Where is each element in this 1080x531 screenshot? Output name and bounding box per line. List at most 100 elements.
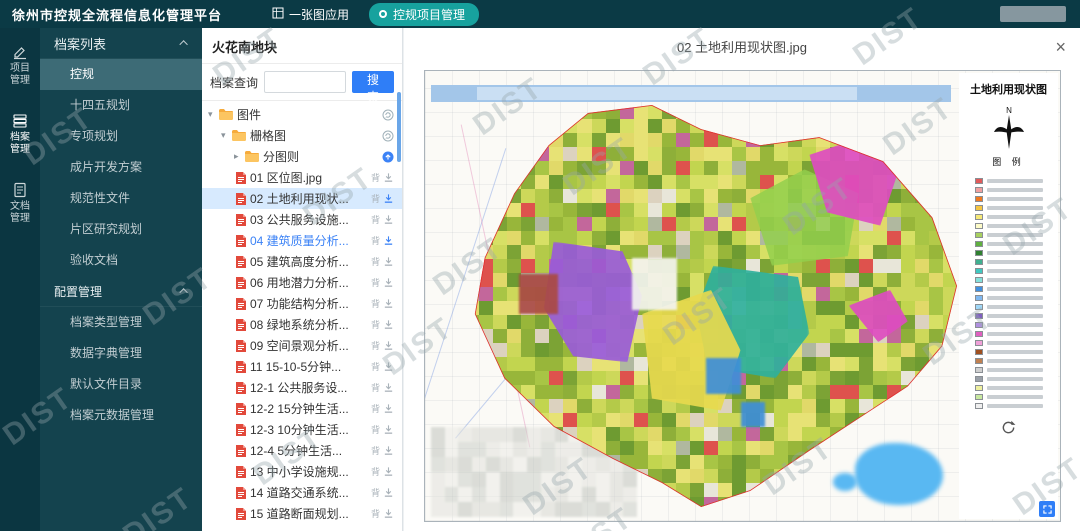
tree-file[interactable]: 02 土地利用现状... 背 — [202, 188, 402, 209]
background-action[interactable]: 背 — [371, 192, 380, 205]
sidebar-item[interactable]: 十四五规划 — [40, 90, 202, 121]
background-action[interactable]: 背 — [371, 381, 380, 394]
background-action[interactable]: 背 — [371, 444, 380, 457]
rail-item[interactable]: 档案管理 — [7, 113, 33, 156]
legend-swatch — [974, 195, 983, 202]
sidebar-config-item[interactable]: 数据字典管理 — [40, 338, 202, 369]
background-action[interactable]: 背 — [371, 423, 380, 436]
file-label: 08 绿地系统分析... — [250, 318, 349, 332]
active-app-pill[interactable]: 控规项目管理 — [369, 2, 480, 26]
caret-right-icon[interactable]: ▸ — [234, 151, 245, 162]
one-map-app-link[interactable]: 一张图应用 — [272, 6, 349, 23]
download-icon[interactable] — [383, 235, 394, 246]
tree-file[interactable]: 12-4 5分钟生活... 背 — [202, 440, 402, 461]
search-button[interactable]: 搜索 — [352, 71, 394, 104]
download-icon[interactable] — [383, 172, 394, 183]
download-icon[interactable] — [383, 487, 394, 498]
background-action[interactable]: 背 — [371, 486, 380, 499]
tree-file[interactable]: 14 道路交通系统... 背 — [202, 482, 402, 503]
sidebar-config-item[interactable]: 档案类型管理 — [40, 307, 202, 338]
download-icon[interactable] — [383, 424, 394, 435]
tree-folder[interactable]: ▸ 分图则 — [202, 146, 402, 167]
background-action[interactable]: 背 — [371, 234, 380, 247]
tree-file[interactable]: 13 中小学设施规... 背 — [202, 461, 402, 482]
background-action[interactable]: 背 — [371, 297, 380, 310]
legend-swatch — [974, 402, 983, 409]
tree-folder[interactable]: ▾ 图件 — [202, 104, 402, 125]
rail-item[interactable]: 文档管理 — [7, 182, 33, 225]
legend-item — [974, 284, 1043, 293]
background-action[interactable]: 背 — [371, 318, 380, 331]
sidebar-item[interactable]: 专项规划 — [40, 121, 202, 152]
background-action[interactable]: 背 — [371, 507, 380, 520]
download-icon[interactable] — [383, 340, 394, 351]
tree-file[interactable]: 11 15-10-5分钟... 背 — [202, 356, 402, 377]
tree-file[interactable]: 01 区位图.jpg 背 — [202, 167, 402, 188]
legend-item — [974, 185, 1043, 194]
background-action[interactable]: 背 — [371, 465, 380, 478]
landuse-patch-blue — [740, 402, 766, 427]
sidebar-header[interactable]: 档案列表 — [40, 28, 202, 59]
sync-icon[interactable] — [382, 151, 394, 163]
legend-swatch — [974, 312, 983, 319]
fit-screen-icon[interactable] — [1039, 501, 1055, 517]
rail-item[interactable]: 项目管理 — [7, 44, 33, 87]
map-image[interactable]: 土地利用现状图 N 图 例 — [424, 70, 1061, 522]
background-action[interactable]: 背 — [371, 255, 380, 268]
tree-file[interactable]: 09 空间景观分析... 背 — [202, 335, 402, 356]
tree-file[interactable]: 03 公共服务设施... 背 — [202, 209, 402, 230]
caret-down-icon[interactable]: ▾ — [208, 109, 219, 120]
download-icon[interactable] — [383, 508, 394, 519]
background-action[interactable]: 背 — [371, 213, 380, 226]
tree-folder[interactable]: ▾ 栅格图 — [202, 125, 402, 146]
tree-file[interactable]: 06 用地潜力分析... 背 — [202, 272, 402, 293]
sidebar-config-item[interactable]: 默认文件目录 — [40, 369, 202, 400]
background-action[interactable]: 背 — [371, 402, 380, 415]
tree-file[interactable]: 15 道路断面规划... 背 — [202, 503, 402, 524]
download-icon[interactable] — [383, 382, 394, 393]
download-icon[interactable] — [383, 466, 394, 477]
sidebar-item[interactable]: 片区研究规划 — [40, 214, 202, 245]
search-input[interactable] — [264, 71, 347, 93]
download-icon[interactable] — [383, 193, 394, 204]
caret-down-icon[interactable]: ▾ — [221, 130, 232, 141]
sidebar-section-config[interactable]: 配置管理 — [40, 276, 202, 307]
legend-swatch — [974, 177, 983, 184]
background-action[interactable]: 背 — [371, 171, 380, 184]
tree-file[interactable]: 04 建筑质量分析... 背 — [202, 230, 402, 251]
tree-file[interactable]: 12-1 公共服务设... 背 — [202, 377, 402, 398]
file-label: 06 用地潜力分析... — [250, 276, 349, 290]
sidebar-item[interactable]: 成片开发方案 — [40, 152, 202, 183]
tree-file[interactable]: 07 功能结构分析... 背 — [202, 293, 402, 314]
sidebar-item[interactable]: 验收文档 — [40, 245, 202, 276]
close-icon[interactable]: × — [1055, 37, 1066, 57]
user-account-area[interactable] — [1000, 6, 1066, 22]
download-icon[interactable] — [383, 256, 394, 267]
refresh-icon[interactable] — [382, 130, 394, 142]
background-action[interactable]: 背 — [371, 360, 380, 373]
tree-file[interactable]: 12-2 15分钟生活... 背 — [202, 398, 402, 419]
refresh-icon[interactable] — [382, 109, 394, 121]
download-icon[interactable] — [383, 214, 394, 225]
legend-item — [974, 392, 1043, 401]
tree-file[interactable]: 08 绿地系统分析... 背 — [202, 314, 402, 335]
background-action[interactable]: 背 — [371, 276, 380, 289]
download-icon[interactable] — [383, 319, 394, 330]
download-icon[interactable] — [383, 298, 394, 309]
tree-file[interactable]: 12-3 10分钟生活... 背 — [202, 419, 402, 440]
background-action[interactable]: 背 — [371, 339, 380, 352]
legend-swatch — [974, 303, 983, 310]
folder-icon — [245, 151, 259, 162]
scrollbar-thumb[interactable] — [397, 92, 401, 162]
download-icon[interactable] — [383, 403, 394, 414]
download-icon[interactable] — [383, 445, 394, 456]
download-icon[interactable] — [383, 277, 394, 288]
sidebar-item[interactable]: 规范性文件 — [40, 183, 202, 214]
tree-file[interactable]: 05 建筑高度分析... 背 — [202, 251, 402, 272]
download-icon[interactable] — [383, 361, 394, 372]
legend-swatch — [974, 393, 983, 400]
rotate-icon[interactable] — [1001, 420, 1016, 435]
sidebar-item[interactable]: 控规 — [40, 59, 202, 90]
file-label: 15 道路断面规划... — [250, 507, 349, 521]
sidebar-config-item[interactable]: 档案元数据管理 — [40, 400, 202, 431]
